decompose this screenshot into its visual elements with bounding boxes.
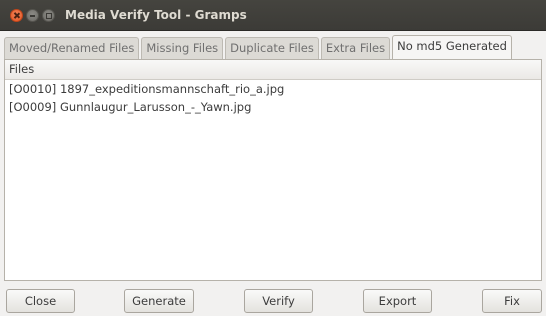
files-list[interactable]: Files [O0010] 1897_expeditionsmannschaft… <box>4 59 542 281</box>
window-close-icon[interactable] <box>10 9 23 22</box>
window-minimize-icon[interactable] <box>26 9 39 22</box>
tab-no-md5-generated[interactable]: No md5 Generated <box>392 35 512 59</box>
window-title: Media Verify Tool - Gramps <box>65 8 247 22</box>
verify-button[interactable]: Verify <box>244 289 313 313</box>
tab-bar: Moved/Renamed Files Missing Files Duplic… <box>4 35 514 59</box>
generate-button[interactable]: Generate <box>124 289 194 313</box>
close-button[interactable]: Close <box>6 289 75 313</box>
tab-missing-files[interactable]: Missing Files <box>141 37 224 59</box>
tab-duplicate-files[interactable]: Duplicate Files <box>225 37 319 59</box>
tab-moved-renamed-files[interactable]: Moved/Renamed Files <box>4 37 140 59</box>
tab-extra-files[interactable]: Extra Files <box>320 37 391 59</box>
list-item[interactable]: [O0010] 1897_expeditionsmannschaft_rio_a… <box>5 80 541 98</box>
list-item[interactable]: [O0009] Gunnlaugur_Larusson_-_Yawn.jpg <box>5 98 541 116</box>
title-bar: Media Verify Tool - Gramps <box>0 0 546 31</box>
export-button[interactable]: Export <box>363 289 432 313</box>
files-column-header[interactable]: Files <box>5 60 541 80</box>
window-maximize-icon[interactable] <box>42 9 55 22</box>
fix-button[interactable]: Fix <box>482 289 542 313</box>
